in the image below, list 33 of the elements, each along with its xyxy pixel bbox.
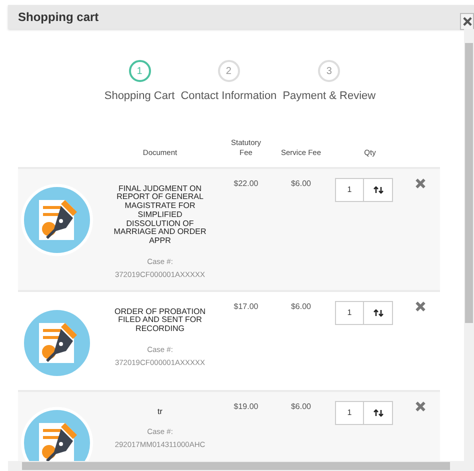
vertical-scrollbar[interactable] <box>464 29 474 461</box>
step-label[interactable]: Contact Information <box>180 88 277 104</box>
step-label[interactable]: Shopping Cart <box>104 88 175 104</box>
close-button[interactable] <box>460 12 474 30</box>
sort-arrows-button[interactable] <box>364 300 393 324</box>
up-down-arrows-icon <box>372 186 384 194</box>
document-pen-icon <box>21 184 93 256</box>
statutory-fee: $17.00 <box>232 300 260 312</box>
document-title: ORDER OF PROBATION FILED AND SENT FOR RECORDING <box>114 308 206 334</box>
service-fee: $6.00 <box>290 300 312 312</box>
remove-button[interactable] <box>415 400 426 412</box>
quantity-field[interactable]: 1 <box>335 178 364 202</box>
service-fee: $6.00 <box>290 400 312 412</box>
service-fee: $6.00 <box>290 178 312 190</box>
document-title: FINAL JUDGMENT ON REPORT OF GENERAL MAGISTRATE FOR SIMPLIFIED DISSOLUTION OF MARRIAGE AND ORDER APPR <box>112 184 208 246</box>
sort-arrows-button[interactable] <box>364 400 393 424</box>
close-icon <box>415 300 426 312</box>
quantity-field[interactable]: 1 <box>335 300 364 324</box>
sort-arrows-button[interactable] <box>364 178 393 202</box>
up-down-arrows-icon <box>372 408 384 416</box>
close-icon <box>415 178 426 188</box>
dialog-title: Shopping cart <box>18 9 99 26</box>
up-down-arrows-icon <box>372 308 384 316</box>
horizontal-scrollbar[interactable] <box>8 461 474 471</box>
step-label[interactable]: Payment & Review <box>282 88 376 104</box>
remove-button[interactable] <box>415 178 426 188</box>
close-icon <box>415 400 426 412</box>
remove-button[interactable] <box>415 300 426 312</box>
quantity-field[interactable]: 1 <box>335 400 364 424</box>
statutory-fee: $22.00 <box>232 178 260 190</box>
close-icon <box>462 16 472 26</box>
document-title: tr <box>156 408 164 416</box>
statutory-fee: $19.00 <box>232 400 260 412</box>
